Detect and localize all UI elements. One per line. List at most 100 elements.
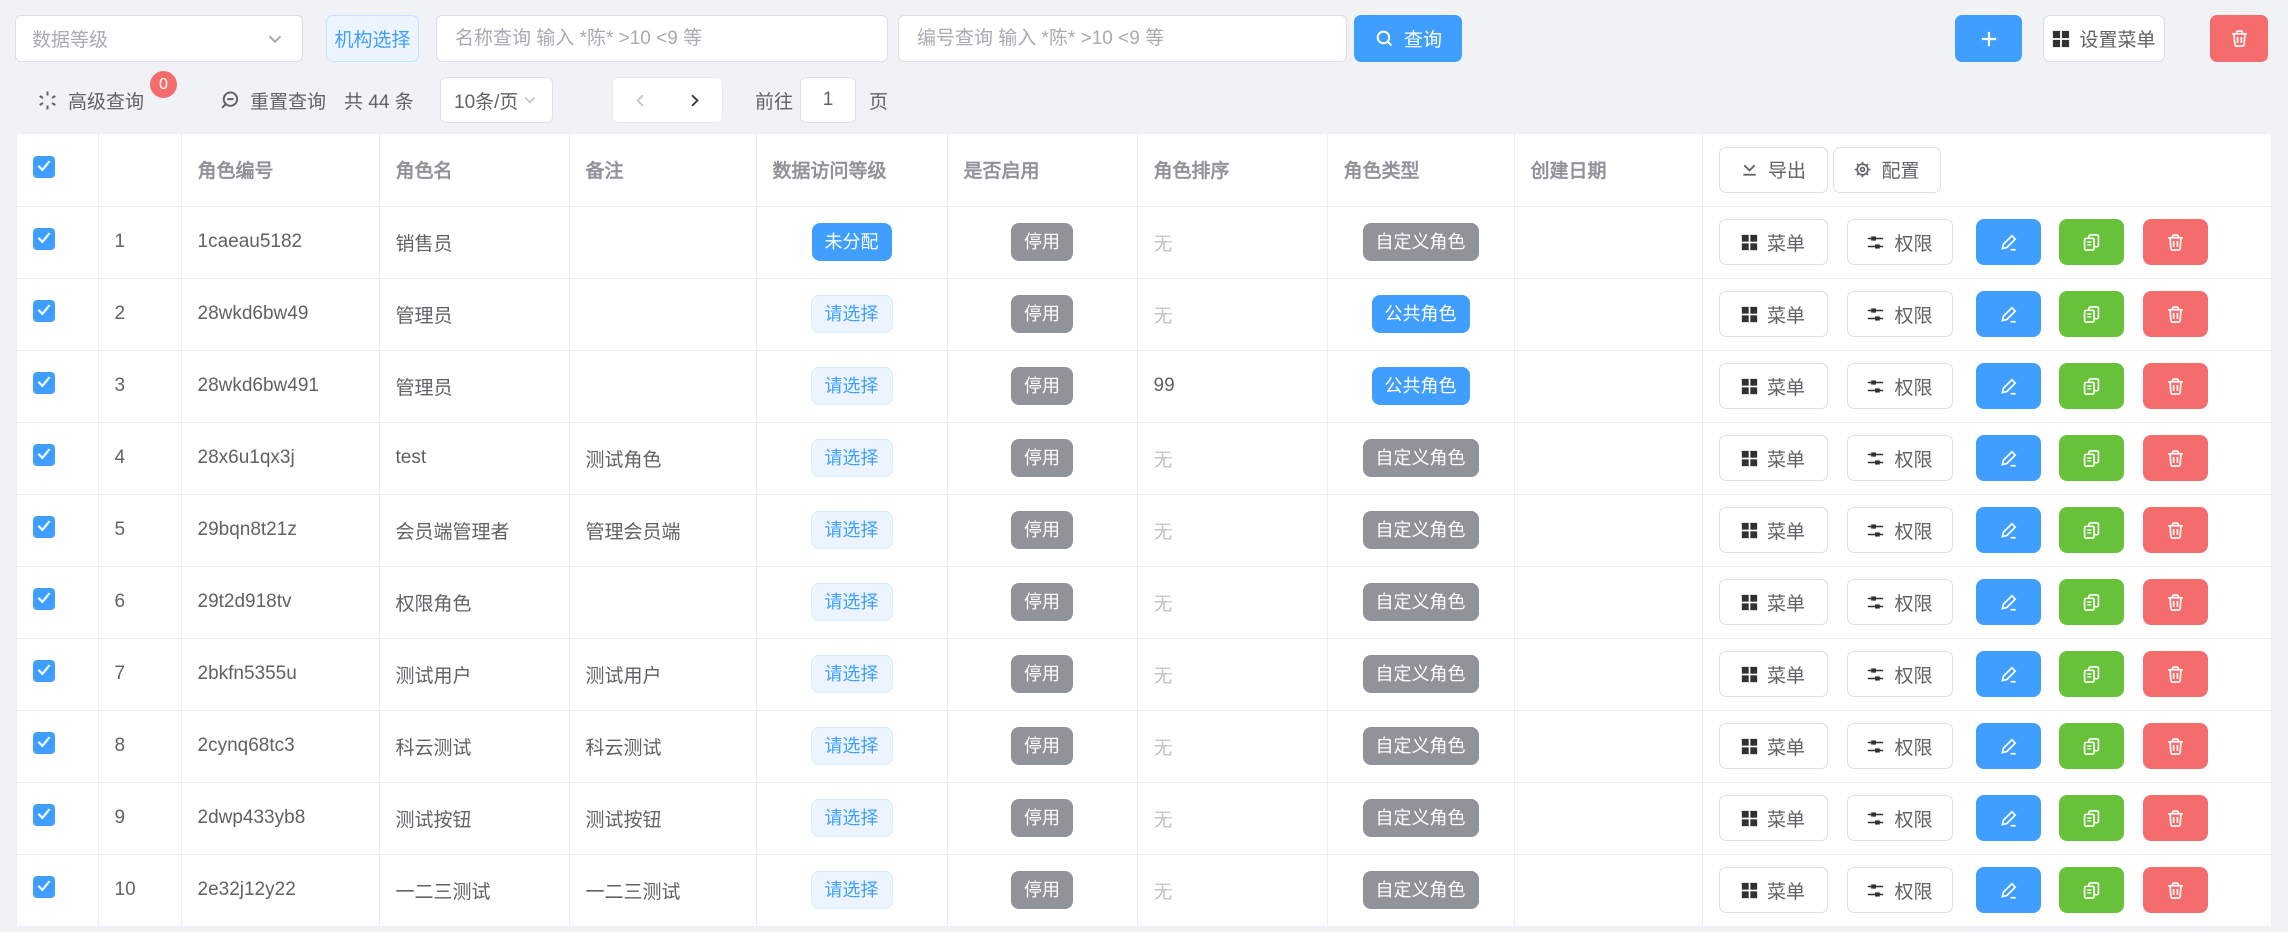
enabled-badge[interactable]: 停用: [1011, 511, 1073, 549]
row-menu-button[interactable]: 菜单: [1719, 651, 1828, 697]
prev-page-button[interactable]: [613, 78, 668, 122]
row-checkbox[interactable]: [33, 444, 55, 466]
row-delete-button[interactable]: [2143, 507, 2208, 553]
goto-page-input[interactable]: [800, 77, 856, 123]
row-menu-button[interactable]: 菜单: [1719, 579, 1828, 625]
row-menu-button[interactable]: 菜单: [1719, 219, 1828, 265]
row-checkbox[interactable]: [33, 228, 55, 250]
row-delete-button[interactable]: [2143, 435, 2208, 481]
delete-selected-button[interactable]: [2210, 15, 2268, 62]
row-copy-button[interactable]: [2059, 579, 2124, 625]
row-menu-button[interactable]: 菜单: [1719, 507, 1828, 553]
row-delete-button[interactable]: [2143, 723, 2208, 769]
row-edit-button[interactable]: [1976, 867, 2041, 913]
data-access-badge[interactable]: 请选择: [811, 439, 893, 477]
data-access-badge[interactable]: 请选择: [811, 871, 893, 909]
select-all-checkbox[interactable]: [33, 156, 55, 178]
row-copy-button[interactable]: [2059, 435, 2124, 481]
data-level-select[interactable]: 数据等级: [15, 15, 303, 62]
enabled-badge[interactable]: 停用: [1011, 367, 1073, 405]
enabled-badge[interactable]: 停用: [1011, 439, 1073, 477]
add-button[interactable]: [1955, 15, 2022, 62]
row-edit-button[interactable]: [1976, 219, 2041, 265]
row-checkbox[interactable]: [33, 804, 55, 826]
row-delete-button[interactable]: [2143, 651, 2208, 697]
row-permission-button[interactable]: 权限: [1847, 219, 1953, 265]
table-row: 8 2cynq68tc3 科云测试 科云测试 请选择 停用 无 自定义角色 菜单: [17, 710, 2271, 782]
data-access-badge[interactable]: 请选择: [811, 367, 893, 405]
row-delete-button[interactable]: [2143, 363, 2208, 409]
row-delete-button[interactable]: [2143, 291, 2208, 337]
data-access-badge[interactable]: 未分配: [812, 223, 892, 261]
row-edit-button[interactable]: [1976, 363, 2041, 409]
row-copy-button[interactable]: [2059, 291, 2124, 337]
row-edit-button[interactable]: [1976, 435, 2041, 481]
enabled-badge[interactable]: 停用: [1011, 223, 1073, 261]
row-copy-button[interactable]: [2059, 507, 2124, 553]
row-edit-button[interactable]: [1976, 507, 2041, 553]
create-date: [1514, 206, 1702, 278]
row-edit-button[interactable]: [1976, 651, 2041, 697]
data-access-badge[interactable]: 请选择: [811, 511, 893, 549]
row-checkbox[interactable]: [33, 372, 55, 394]
header-create-date: 创建日期: [1514, 134, 1702, 206]
row-edit-button[interactable]: [1976, 291, 2041, 337]
row-delete-button[interactable]: [2143, 795, 2208, 841]
export-button[interactable]: 导出: [1719, 147, 1828, 193]
enabled-badge[interactable]: 停用: [1011, 655, 1073, 693]
advanced-search-button[interactable]: 高级查询 0: [36, 77, 144, 123]
row-delete-button[interactable]: [2143, 867, 2208, 913]
row-permission-button[interactable]: 权限: [1847, 507, 1953, 553]
row-checkbox[interactable]: [33, 588, 55, 610]
row-permission-button[interactable]: 权限: [1847, 363, 1953, 409]
enabled-badge[interactable]: 停用: [1011, 727, 1073, 765]
row-copy-button[interactable]: [2059, 795, 2124, 841]
menu-settings-button[interactable]: 设置菜单: [2043, 15, 2165, 62]
enabled-badge[interactable]: 停用: [1011, 295, 1073, 333]
config-button[interactable]: 配置: [1833, 147, 1941, 193]
row-menu-button[interactable]: 菜单: [1719, 723, 1828, 769]
row-copy-button[interactable]: [2059, 651, 2124, 697]
row-checkbox[interactable]: [33, 516, 55, 538]
org-select-button[interactable]: 机构选择: [326, 15, 419, 62]
row-permission-button[interactable]: 权限: [1847, 723, 1953, 769]
row-menu-button[interactable]: 菜单: [1719, 291, 1828, 337]
code-search-input[interactable]: [901, 16, 1344, 61]
enabled-badge[interactable]: 停用: [1011, 871, 1073, 909]
row-permission-button[interactable]: 权限: [1847, 795, 1953, 841]
row-checkbox[interactable]: [33, 732, 55, 754]
row-edit-button[interactable]: [1976, 579, 2041, 625]
page-size-select[interactable]: 10条/页: [440, 77, 553, 123]
row-menu-button[interactable]: 菜单: [1719, 867, 1828, 913]
row-edit-button[interactable]: [1976, 723, 2041, 769]
data-access-badge[interactable]: 请选择: [811, 583, 893, 621]
reset-search-button[interactable]: 重置查询: [218, 77, 326, 123]
row-edit-button[interactable]: [1976, 795, 2041, 841]
enabled-badge[interactable]: 停用: [1011, 583, 1073, 621]
row-copy-button[interactable]: [2059, 867, 2124, 913]
enabled-badge[interactable]: 停用: [1011, 799, 1073, 837]
data-access-badge[interactable]: 请选择: [811, 727, 893, 765]
row-permission-button[interactable]: 权限: [1847, 291, 1953, 337]
row-checkbox[interactable]: [33, 660, 55, 682]
row-permission-button[interactable]: 权限: [1847, 579, 1953, 625]
row-copy-button[interactable]: [2059, 723, 2124, 769]
row-permission-button[interactable]: 权限: [1847, 867, 1953, 913]
row-copy-button[interactable]: [2059, 219, 2124, 265]
data-access-badge[interactable]: 请选择: [811, 799, 893, 837]
row-permission-button[interactable]: 权限: [1847, 651, 1953, 697]
next-page-button[interactable]: [668, 78, 723, 122]
row-menu-button[interactable]: 菜单: [1719, 363, 1828, 409]
row-menu-button[interactable]: 菜单: [1719, 435, 1828, 481]
row-checkbox[interactable]: [33, 876, 55, 898]
data-access-badge[interactable]: 请选择: [811, 295, 893, 333]
row-delete-button[interactable]: [2143, 579, 2208, 625]
row-permission-button[interactable]: 权限: [1847, 435, 1953, 481]
data-access-badge[interactable]: 请选择: [811, 655, 893, 693]
search-button[interactable]: 查询: [1354, 15, 1462, 62]
name-search-input[interactable]: [439, 16, 885, 61]
row-menu-button[interactable]: 菜单: [1719, 795, 1828, 841]
row-checkbox[interactable]: [33, 300, 55, 322]
row-delete-button[interactable]: [2143, 219, 2208, 265]
row-copy-button[interactable]: [2059, 363, 2124, 409]
